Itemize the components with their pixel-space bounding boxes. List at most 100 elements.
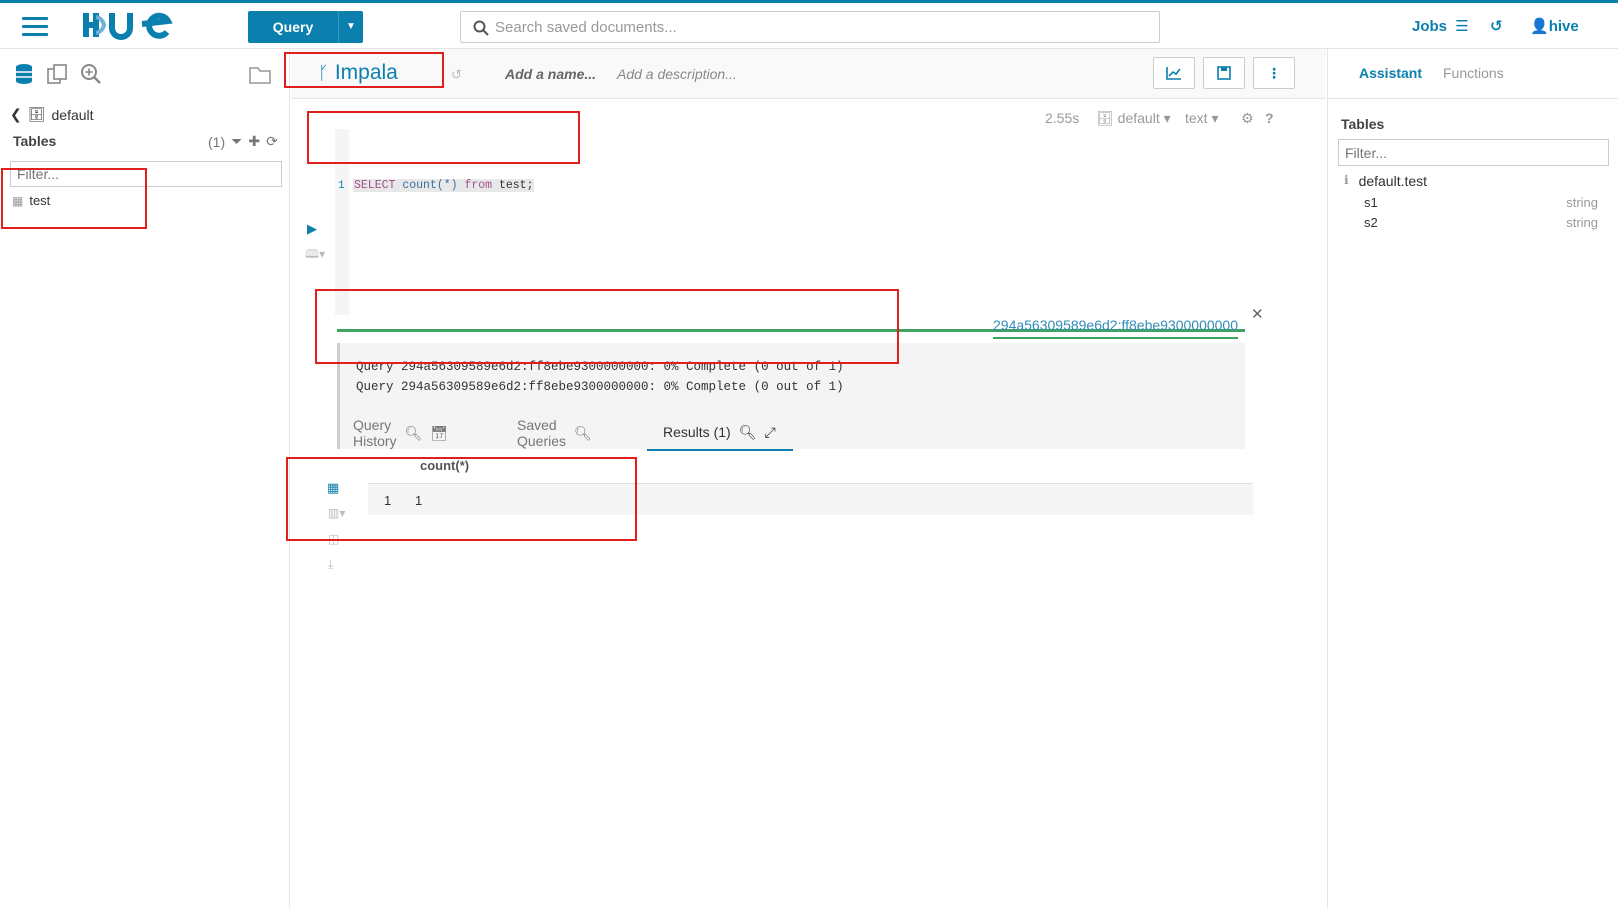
snippet-type-title[interactable]: ᚴ Impala bbox=[318, 61, 398, 85]
documents-icon[interactable] bbox=[46, 63, 68, 85]
download-icon[interactable]: ⤓ bbox=[328, 557, 333, 572]
sql-keyword: SELECT bbox=[354, 179, 396, 192]
info-icon[interactable]: ℹ bbox=[1344, 173, 1349, 189]
column-name: s2 bbox=[1364, 215, 1378, 230]
add-name-field[interactable]: Add a name... bbox=[505, 66, 596, 82]
tables-tools: (1) ⏷ ✚ ⟳ bbox=[208, 133, 278, 150]
assistant-table-name: default.test bbox=[1358, 173, 1428, 189]
line-chart-icon bbox=[1166, 67, 1181, 80]
bar-chart-icon[interactable]: ▥▾ bbox=[328, 506, 345, 520]
jobs-label: Jobs bbox=[1412, 18, 1448, 35]
tab-saved-queries[interactable]: Saved Queries 🔍︎ bbox=[517, 415, 592, 451]
tables-header: Tables bbox=[13, 133, 57, 149]
database-name: default bbox=[51, 106, 94, 123]
refresh-icon[interactable]: ⟳ bbox=[266, 133, 278, 150]
format-selector[interactable]: text ▾ bbox=[1185, 110, 1219, 127]
tables-header: Tables bbox=[1341, 116, 1385, 132]
book-icon[interactable]: 🕮▾ bbox=[305, 245, 325, 266]
grid-icon[interactable]: ▦ bbox=[327, 480, 339, 496]
search-box[interactable] bbox=[460, 11, 1160, 43]
column-type: string bbox=[1566, 195, 1598, 210]
tab-label: Query History bbox=[353, 417, 397, 449]
tables-filter-input[interactable] bbox=[10, 161, 282, 187]
gear-icon[interactable]: ⚙ bbox=[1241, 110, 1254, 127]
calendar-icon[interactable]: 📅︎ bbox=[430, 425, 448, 442]
execution-time: 2.55s bbox=[1045, 110, 1080, 126]
database-selector-label: default bbox=[1117, 110, 1160, 126]
row-number: 1 bbox=[384, 493, 392, 508]
add-description-field[interactable]: Add a description... bbox=[617, 66, 737, 82]
tab-results[interactable]: Results (1) 🔍︎ ⤢ bbox=[647, 415, 793, 451]
play-icon[interactable]: ▶ bbox=[307, 221, 317, 237]
tab-functions[interactable]: Functions bbox=[1443, 65, 1504, 81]
table-item-test[interactable]: ▦ test bbox=[12, 193, 50, 208]
table-row: 1 1 bbox=[368, 483, 1253, 515]
query-button[interactable]: Query ▼ bbox=[248, 11, 363, 43]
tab-assistant[interactable]: Assistant bbox=[1359, 65, 1422, 81]
column-item[interactable]: s2 string bbox=[1364, 215, 1598, 230]
tab-query-history[interactable]: Query History 🔍︎ 📅︎ bbox=[353, 415, 448, 451]
code-editor[interactable]: 1 SELECT count(*) from test; bbox=[335, 129, 1245, 315]
save-icon bbox=[1217, 66, 1231, 80]
column-name: s1 bbox=[1364, 195, 1378, 210]
columns-icon[interactable]: ◫ bbox=[328, 532, 339, 546]
hue-logo[interactable] bbox=[82, 9, 182, 41]
snippet-type-label: Impala bbox=[334, 61, 398, 84]
search-icon bbox=[473, 20, 489, 36]
filter-icon[interactable]: ⏷ bbox=[231, 133, 242, 150]
expand-icon[interactable]: ⤢ bbox=[764, 424, 775, 441]
log-line: Query 294a56309589e6d2:ff8ebe9300000000:… bbox=[356, 360, 844, 374]
search-icon[interactable]: 🔍︎ bbox=[574, 425, 592, 442]
chart-button[interactable] bbox=[1153, 57, 1195, 89]
search-icon[interactable]: 🔍︎ bbox=[739, 424, 757, 441]
database-selector[interactable]: 🗄 default ▾ bbox=[1096, 110, 1171, 127]
database-breadcrumb[interactable]: ❮ 🗄 default bbox=[10, 106, 94, 123]
more-vertical-icon: ⋮ bbox=[1267, 64, 1281, 81]
history-icon[interactable]: ↺ bbox=[1490, 17, 1503, 35]
user-menu[interactable]: 👤hive bbox=[1530, 17, 1579, 35]
help-icon[interactable]: ? bbox=[1265, 110, 1274, 126]
column-header[interactable]: count(*) bbox=[420, 458, 469, 473]
search-input[interactable] bbox=[495, 16, 1145, 38]
query-button-label: Query bbox=[272, 19, 314, 35]
sql-code[interactable]: SELECT count(*) from test; bbox=[353, 179, 535, 192]
folder-icon[interactable] bbox=[248, 63, 272, 85]
format-selector-label: text bbox=[1185, 110, 1208, 126]
search-icon[interactable]: 🔍︎ bbox=[405, 425, 423, 442]
undo-icon[interactable]: ↺ bbox=[451, 67, 462, 83]
sql-table: test; bbox=[498, 179, 534, 192]
user-label: hive bbox=[1548, 18, 1579, 35]
jobs-list-icon: ☰ bbox=[1455, 18, 1469, 35]
save-button[interactable] bbox=[1203, 57, 1245, 89]
job-id-link[interactable]: 294a56309589e6d2:ff8ebe9300000000 bbox=[993, 317, 1238, 339]
sql-function: count(*) bbox=[402, 179, 458, 192]
hamburger-menu-icon[interactable] bbox=[22, 17, 48, 37]
impala-icon: ᚴ bbox=[318, 62, 329, 83]
jobs-link[interactable]: Jobs ☰ bbox=[1412, 17, 1469, 35]
assistant-table[interactable]: ℹ default.test bbox=[1344, 173, 1427, 189]
right-panel-tabs: Assistant Functions bbox=[1328, 49, 1618, 99]
assistant-filter-input[interactable] bbox=[1338, 139, 1609, 166]
close-icon[interactable]: ✕ bbox=[1251, 305, 1264, 323]
editor-gutter bbox=[335, 129, 349, 315]
add-icon[interactable]: ✚ bbox=[248, 133, 260, 150]
database-small-icon: 🗄 bbox=[27, 106, 46, 122]
left-assist-panel: ❮ 🗄 default Tables (1) ⏷ ✚ ⟳ ▦ test bbox=[0, 49, 290, 908]
table-icon: ▦ bbox=[12, 193, 24, 208]
cell-value: 1 bbox=[415, 493, 423, 508]
table-name: test bbox=[29, 193, 51, 208]
chevron-down-icon[interactable]: ▼ bbox=[338, 11, 363, 43]
database-icon[interactable] bbox=[14, 63, 34, 85]
zoom-icon[interactable] bbox=[80, 63, 102, 85]
user-icon: 👤 bbox=[1530, 18, 1549, 35]
column-item[interactable]: s1 string bbox=[1364, 195, 1598, 210]
column-type: string bbox=[1566, 215, 1598, 230]
editor-main-area: ᚴ Impala ↺ Add a name... Add a descripti… bbox=[284, 49, 1326, 908]
chevron-left-icon[interactable]: ❮ bbox=[10, 106, 22, 123]
tab-label: Results (1) bbox=[663, 424, 731, 440]
more-options-button[interactable]: ⋮ bbox=[1253, 57, 1295, 89]
line-number: 1 bbox=[338, 180, 345, 192]
top-navigation-bar: Query ▼ Jobs ☰ ↺ 👤hive bbox=[0, 0, 1618, 49]
log-line: Query 294a56309589e6d2:ff8ebe9300000000:… bbox=[356, 380, 844, 394]
snippet-header: ᚴ Impala ↺ Add a name... Add a descripti… bbox=[291, 49, 1326, 99]
